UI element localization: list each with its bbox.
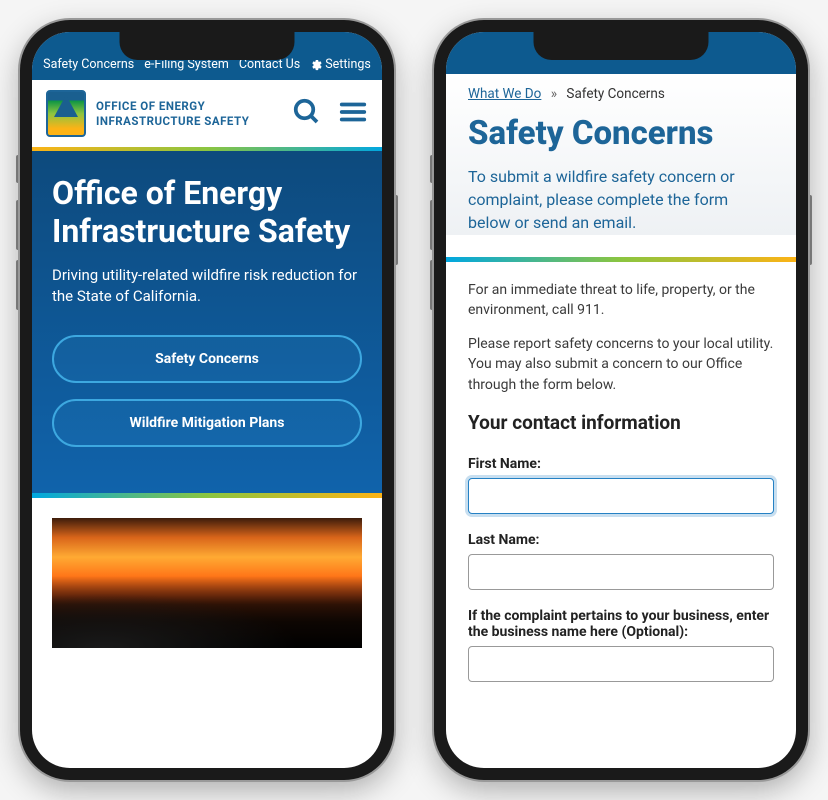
breadcrumb-separator: » [551, 86, 557, 102]
page-title: Safety Concerns [468, 114, 774, 153]
hero-section: Office of Energy Infrastructure Safety D… [32, 151, 382, 493]
business-name-label: If the complaint pertains to your busine… [468, 608, 774, 640]
breadcrumb: What We Do » Safety Concerns [468, 86, 774, 102]
phone-power-button [394, 195, 398, 265]
page-header-area: What We Do » Safety Concerns Safety Conc… [446, 74, 796, 235]
business-name-field[interactable] [468, 646, 774, 682]
wildfire-mitigation-button[interactable]: Wildfire Mitigation Plans [52, 399, 362, 447]
nav-link-safety-concerns[interactable]: Safety Concerns [43, 57, 134, 72]
nav-link-settings[interactable]: Settings [310, 57, 371, 72]
first-name-field[interactable] [468, 478, 774, 514]
settings-label: Settings [325, 57, 371, 72]
hero-title: Office of Energy Infrastructure Safety [52, 175, 362, 251]
page-intro: To submit a wildfire safety concern or c… [468, 165, 774, 235]
hero-subtitle: Driving utility-related wildfire risk re… [52, 265, 362, 307]
gradient-divider [32, 493, 382, 498]
wildfire-image [52, 518, 362, 648]
site-header: OFFICE OF ENERGY INFRASTRUCTURE SAFETY [32, 80, 382, 151]
search-button[interactable] [292, 97, 322, 131]
safety-concerns-button[interactable]: Safety Concerns [52, 335, 362, 383]
phone-notch [120, 32, 295, 60]
search-icon [292, 97, 322, 127]
phone-device-form: What We Do » Safety Concerns Safety Conc… [434, 20, 808, 780]
emergency-notice: For an immediate threat to life, propert… [468, 280, 774, 321]
california-state-logo[interactable] [46, 90, 86, 137]
phone-frame: Safety Concerns e-Filing System Contact … [20, 20, 394, 780]
phone-power-button [808, 195, 812, 265]
org-name: OFFICE OF ENERGY INFRASTRUCTURE SAFETY [96, 99, 292, 128]
form-body: For an immediate threat to life, propert… [446, 262, 796, 700]
hamburger-icon [338, 97, 368, 127]
menu-button[interactable] [338, 97, 368, 131]
first-name-label: First Name: [468, 456, 774, 472]
breadcrumb-current: Safety Concerns [566, 86, 664, 102]
gear-icon [310, 59, 322, 71]
breadcrumb-parent-link[interactable]: What We Do [468, 86, 541, 102]
phone-screen: What We Do » Safety Concerns Safety Conc… [446, 32, 796, 768]
last-name-field[interactable] [468, 554, 774, 590]
last-name-label: Last Name: [468, 532, 774, 548]
phone-notch [534, 32, 709, 60]
phone-device-home: Safety Concerns e-Filing System Contact … [20, 20, 394, 780]
phone-screen: Safety Concerns e-Filing System Contact … [32, 32, 382, 768]
reporting-instructions: Please report safety concerns to your lo… [468, 334, 774, 395]
phone-frame: What We Do » Safety Concerns Safety Conc… [434, 20, 808, 780]
contact-section-heading: Your contact information [468, 411, 774, 434]
